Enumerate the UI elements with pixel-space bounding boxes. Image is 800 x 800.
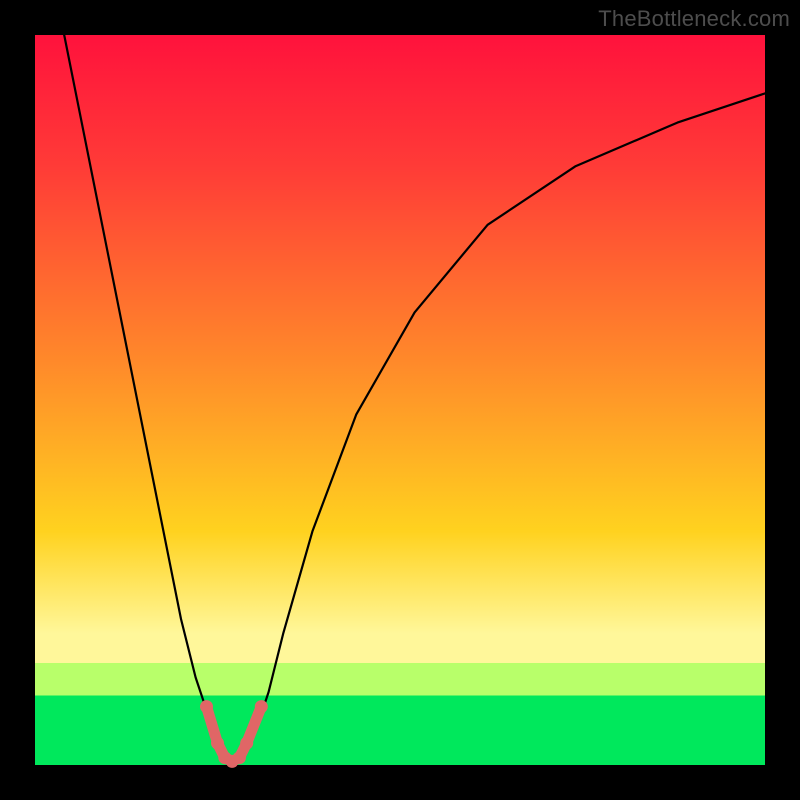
chart-frame: TheBottleneck.com	[0, 0, 800, 800]
trough-marker-dot	[233, 751, 246, 764]
trough-marker-dot	[211, 737, 224, 750]
trough-marker-dot	[200, 700, 213, 713]
watermark-text: TheBottleneck.com	[598, 6, 790, 32]
bottleneck-curve	[64, 35, 765, 761]
trough-marker-dot	[240, 737, 253, 750]
trough-marker-dot	[255, 700, 268, 713]
plot-gradient-background	[35, 35, 765, 765]
chart-svg	[35, 35, 765, 765]
trough-highlight	[207, 707, 262, 762]
